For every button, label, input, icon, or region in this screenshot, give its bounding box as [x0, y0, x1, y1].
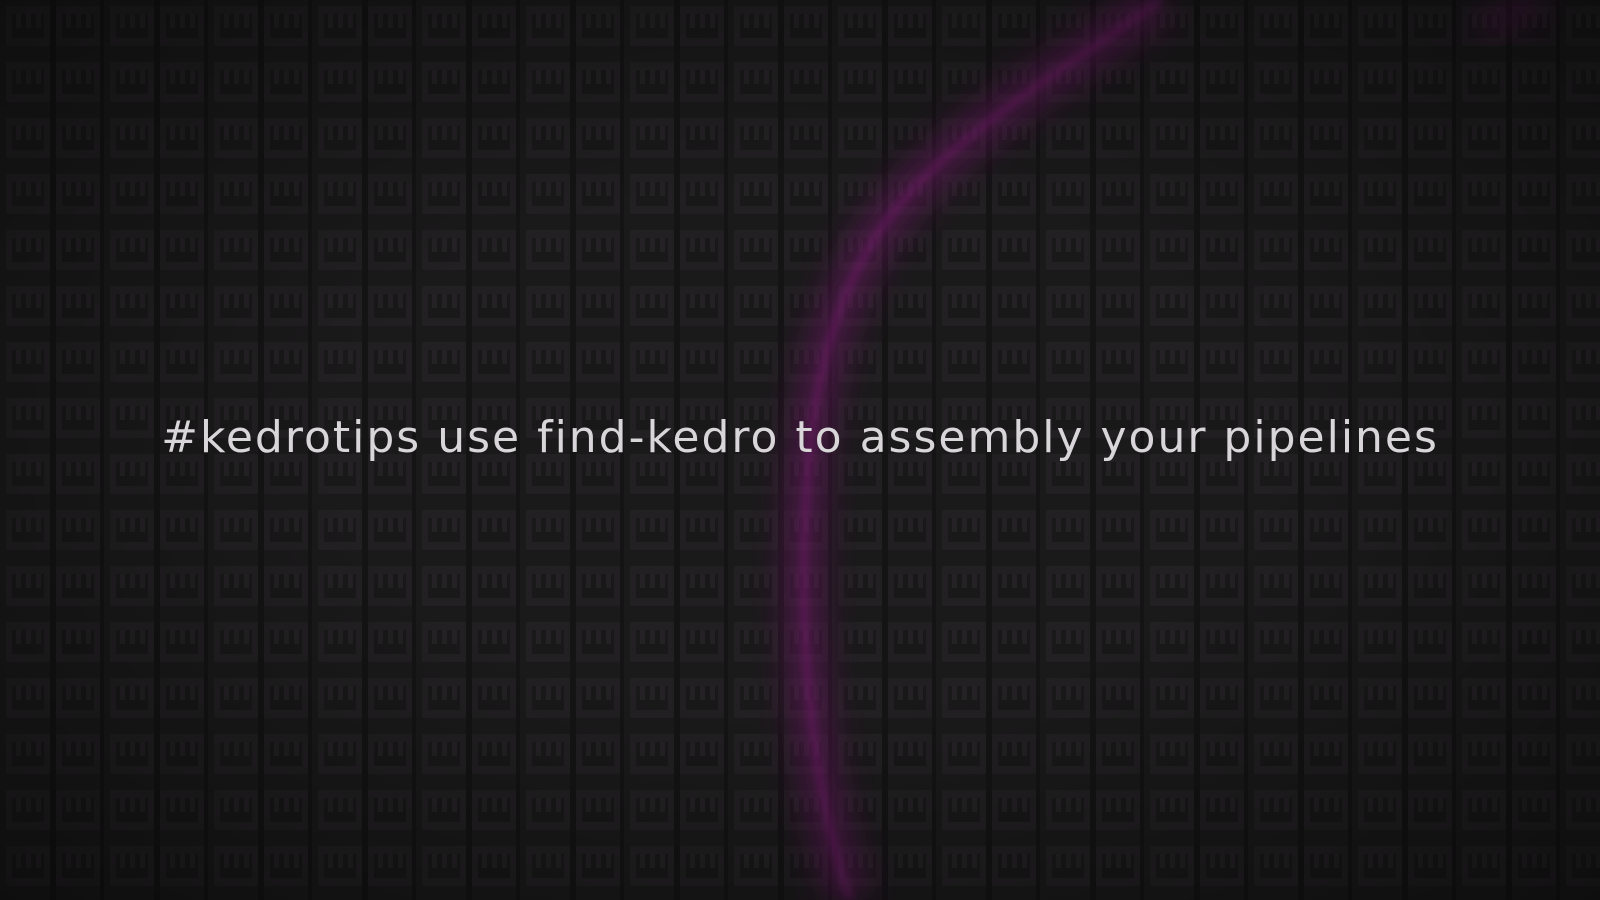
slide-canvas: #kedrotips use find-kedro to assembly yo…: [0, 0, 1600, 900]
headline-text: #kedrotips use find-kedro to assembly yo…: [161, 412, 1439, 463]
